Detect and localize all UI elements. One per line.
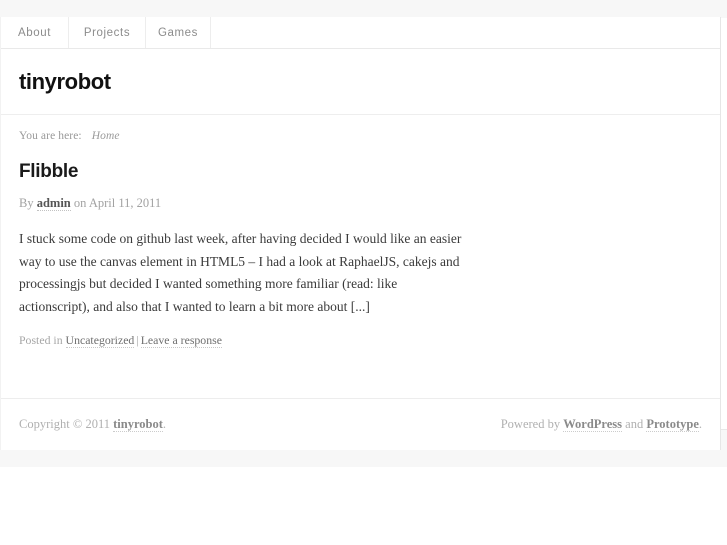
site-branding: tinyrobot [1, 49, 720, 115]
nav-item-about[interactable]: About [1, 17, 69, 48]
footer-powered-label: Powered by [500, 417, 561, 431]
breadcrumb: You are here: Home [19, 115, 702, 142]
post-article: Flibble By admin on April 11, 2011 I stu… [19, 161, 702, 348]
footer-copyright-suffix: . [162, 417, 167, 431]
page-wrapper: About Projects Games tinyrobot You are h… [0, 0, 727, 545]
footer-credits-suffix: . [698, 417, 702, 431]
site-container: About Projects Games tinyrobot You are h… [0, 17, 721, 450]
footer-theme-link[interactable]: Prototype [646, 417, 699, 432]
post-author-link[interactable]: admin [36, 196, 71, 211]
nav-empty-space [211, 17, 720, 48]
site-footer: Copyright © 2011 tinyrobot. Powered by W… [1, 398, 720, 450]
post-title[interactable]: Flibble [19, 161, 702, 183]
site-title[interactable]: tinyrobot [19, 69, 111, 95]
post-meta-by-label: By [19, 196, 34, 210]
nav-item-projects-label: Projects [83, 26, 131, 39]
footer-copyright: Copyright © 2011 tinyrobot. [19, 417, 166, 432]
footer-site-link[interactable]: tinyrobot [113, 417, 163, 432]
footer-and-label: and [625, 417, 644, 431]
post-date: April 11, 2011 [88, 196, 162, 210]
breadcrumb-prefix: You are here: [19, 130, 82, 142]
footer-wordpress-link[interactable]: WordPress [563, 417, 623, 432]
main-content: You are here: Home Flibble By admin on A… [1, 115, 720, 361]
post-meta: By admin on April 11, 2011 [19, 196, 702, 211]
post-excerpt: I stuck some code on github last week, a… [19, 231, 462, 314]
nav-item-projects[interactable]: Projects [69, 17, 146, 48]
breadcrumb-link-home[interactable]: Home [92, 130, 120, 142]
nav-item-about-label: About [17, 26, 52, 39]
footer-copyright-prefix: Copyright © 2011 [19, 417, 110, 431]
top-background-strip [0, 0, 727, 18]
post-meta-on-label: on [73, 196, 87, 210]
posted-in-label: Posted in [19, 333, 63, 347]
footer-credits: Powered by WordPress and Prototype. [501, 417, 702, 432]
nav-item-games-label: Games [157, 26, 199, 39]
nav-item-games[interactable]: Games [146, 17, 211, 48]
primary-navigation: About Projects Games [1, 17, 720, 49]
post-comments-link[interactable]: Leave a response [140, 333, 222, 348]
post-category-link[interactable]: Uncategorized [65, 333, 135, 348]
post-footer-separator: | [136, 333, 139, 347]
post-footer: Posted in Uncategorized | Leave a response [19, 333, 702, 348]
